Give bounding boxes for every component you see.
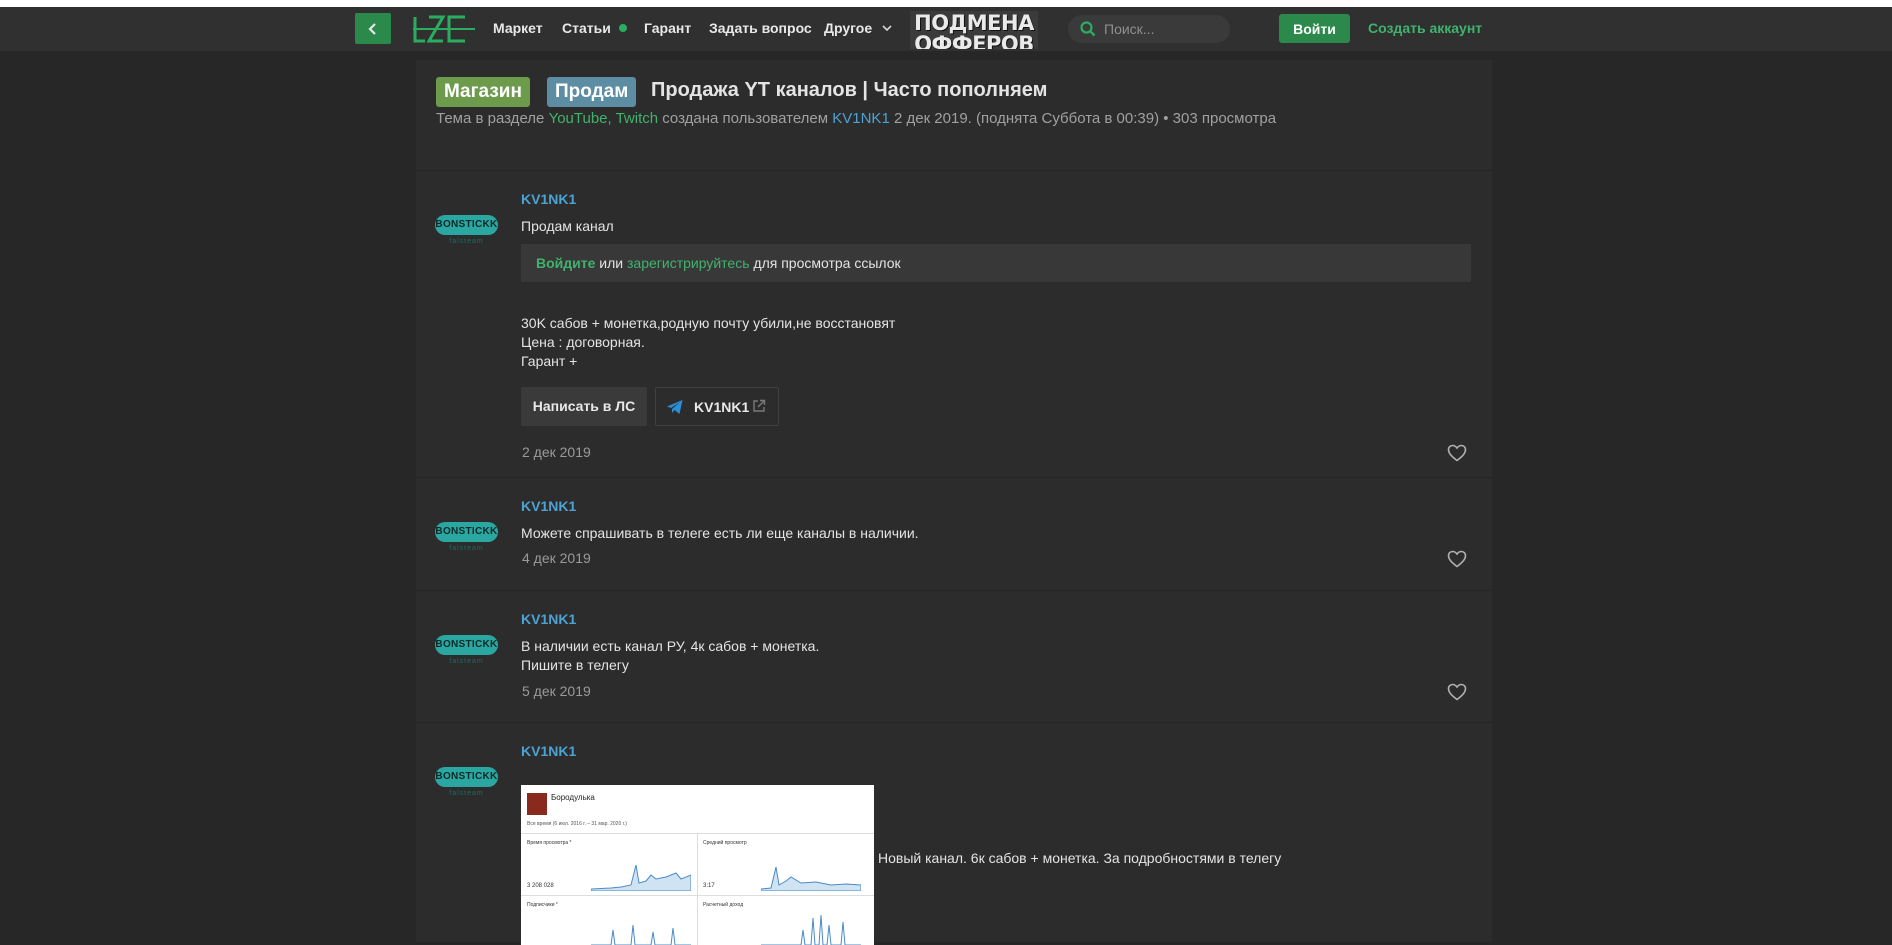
post: BONSTICKK falsteam KV1NK1 В наличии есть… — [416, 591, 1492, 723]
sparkline — [591, 864, 691, 891]
screenshot-card-value: 3:17 — [703, 883, 715, 889]
meta-created-by: создана пользователем — [662, 110, 829, 127]
thread-meta: Тема в разделе YouTube, Twitch создана п… — [436, 110, 1276, 127]
thread-header: Магазин Продам Продажа YT каналов | Част… — [416, 60, 1492, 171]
nav-other-label: Другое — [824, 20, 873, 36]
thread-view-count: • 303 просмотра — [1163, 110, 1277, 127]
nav-market[interactable]: Маркет — [493, 20, 543, 36]
avatar[interactable]: BONSTICKK falsteam — [435, 522, 498, 564]
post-text-line: Гарант + — [521, 353, 578, 369]
prefix-tag-sell[interactable]: Продам — [547, 77, 637, 107]
avatar[interactable]: BONSTICKK falsteam — [435, 767, 498, 809]
post-text-line: Можете спрашивать в телеге есть ли еще к… — [521, 525, 919, 541]
screenshot-channel-name: Бородулька — [551, 793, 595, 802]
sparkline — [761, 914, 861, 945]
login-notice: Войдите или зарегистрируйтесь для просмо… — [521, 244, 1471, 282]
notice-rest: для просмотра ссылок — [753, 255, 901, 271]
ad-banner-line: ОФФЕРОВ — [914, 32, 1034, 50]
ad-banner-line: ПОДМЕНА — [914, 11, 1034, 35]
screenshot-card-label: Подписчики * — [527, 902, 558, 908]
create-account-link[interactable]: Создать аккаунт — [1368, 20, 1482, 36]
post-author[interactable]: KV1NK1 — [521, 743, 576, 759]
telegram-username: KV1NK1 — [694, 399, 750, 415]
post: BONSTICKK falsteam KV1NK1 Бородулька Все… — [416, 723, 1492, 945]
nav-other[interactable]: Другое — [824, 20, 892, 36]
thread-container: Магазин Продам Продажа YT каналов | Част… — [416, 60, 1492, 945]
register-link[interactable]: зарегистрируйтесь — [627, 255, 750, 271]
screenshot-card-label: Средний просмотр — [703, 840, 747, 846]
screenshot-card-value: 3 208 028 — [527, 883, 554, 889]
chevron-left-icon — [368, 22, 376, 35]
prefix-tag-shop[interactable]: Магазин — [436, 77, 530, 107]
external-link-icon — [753, 399, 766, 412]
channel-avatar — [527, 793, 547, 815]
post-author[interactable]: KV1NK1 — [521, 611, 576, 627]
ad-banner-text: ПОДМЕНА ОФФЕРОВ — [910, 11, 1038, 50]
nav-articles-label: Статьи — [562, 20, 611, 36]
top-navbar: Маркет Статьи Гарант Задать вопрос Друго… — [0, 7, 1892, 51]
screenshot-card-label: Время просмотра * — [527, 840, 572, 846]
avatar-subtext: falsteam — [449, 790, 484, 797]
post-text-line: 30K сабов + монетка,родную почту убили,н… — [521, 315, 896, 331]
search-box[interactable] — [1068, 15, 1230, 43]
thread-title: Продажа YT каналов | Часто пополняем — [651, 79, 1048, 101]
avatar-subtext: falsteam — [449, 545, 484, 552]
ad-banner[interactable]: ПОДМЕНА ОФФЕРОВ — [910, 11, 1038, 49]
nav-ask-question[interactable]: Задать вопрос — [709, 20, 812, 36]
screenshot-card-label: Расчетный доход — [703, 902, 744, 908]
avatar-subtext: falsteam — [449, 238, 484, 245]
post-date[interactable]: 5 дек 2019 — [522, 683, 591, 699]
back-button[interactable] — [355, 13, 391, 44]
search-icon — [1080, 21, 1096, 37]
post-text-line: В наличии есть канал РУ, 4к сабов + моне… — [521, 638, 820, 654]
notice-or: или — [599, 255, 624, 271]
avatar-badge: BONSTICKK — [435, 522, 498, 542]
chevron-down-icon — [882, 25, 892, 31]
thread-date-info: 2 дек 2019. (поднята Суббота в 00:39) — [893, 110, 1160, 127]
send-pm-button[interactable]: Написать в ЛС — [521, 387, 647, 426]
divider — [521, 895, 874, 896]
attached-image[interactable]: Бородулька Все время (6 июл. 2016 г. – 3… — [521, 785, 874, 945]
telegram-contact-button[interactable]: KV1NK1 — [655, 387, 779, 426]
telegram-icon — [667, 400, 683, 414]
post-date[interactable]: 2 дек 2019 — [522, 444, 591, 460]
post-text-line: Продам канал — [521, 218, 614, 234]
like-heart-icon[interactable] — [1447, 683, 1467, 701]
avatar-subtext: falsteam — [449, 658, 484, 665]
sparkline — [761, 866, 861, 891]
avatar-badge: BONSTICKK — [435, 767, 498, 787]
sparkline — [591, 924, 691, 945]
avatar[interactable]: BONSTICKK falsteam — [435, 215, 498, 257]
login-link[interactable]: Войдите — [536, 255, 595, 271]
like-heart-icon[interactable] — [1447, 444, 1467, 462]
post-author[interactable]: KV1NK1 — [521, 191, 576, 207]
avatar-badge: BONSTICKK — [435, 215, 498, 235]
top-strip — [0, 0, 1892, 7]
post-text-line: Пишите в телегу — [521, 657, 629, 673]
post-date[interactable]: 4 дек 2019 — [522, 550, 591, 566]
avatar[interactable]: BONSTICKK falsteam — [435, 635, 498, 677]
search-input[interactable] — [1104, 20, 1219, 38]
post-text-line: Цена : договорная. — [521, 334, 645, 350]
post-author[interactable]: KV1NK1 — [521, 498, 576, 514]
site-logo[interactable] — [413, 14, 475, 44]
thread-author-link[interactable]: KV1NK1 — [832, 110, 890, 127]
nav-guarantor[interactable]: Гарант — [644, 20, 691, 36]
login-button[interactable]: Войти — [1279, 14, 1350, 43]
section-link[interactable]: YouTube, Twitch — [549, 110, 659, 127]
new-indicator-dot — [618, 24, 627, 32]
nav-articles[interactable]: Статьи — [562, 20, 627, 36]
post: BONSTICKK falsteam KV1NK1 Можете спрашив… — [416, 478, 1492, 591]
avatar-badge: BONSTICKK — [435, 635, 498, 655]
post: BONSTICKK falsteam KV1NK1 Продам канал В… — [416, 171, 1492, 478]
divider — [697, 833, 698, 945]
meta-prefix: Тема в разделе — [436, 110, 545, 127]
image-caption: Новый канал. 6к сабов + монетка. За подр… — [878, 850, 1282, 866]
screenshot-date-range: Все время (6 июл. 2016 г. – 31 мар. 2020… — [527, 821, 627, 827]
like-heart-icon[interactable] — [1447, 550, 1467, 568]
